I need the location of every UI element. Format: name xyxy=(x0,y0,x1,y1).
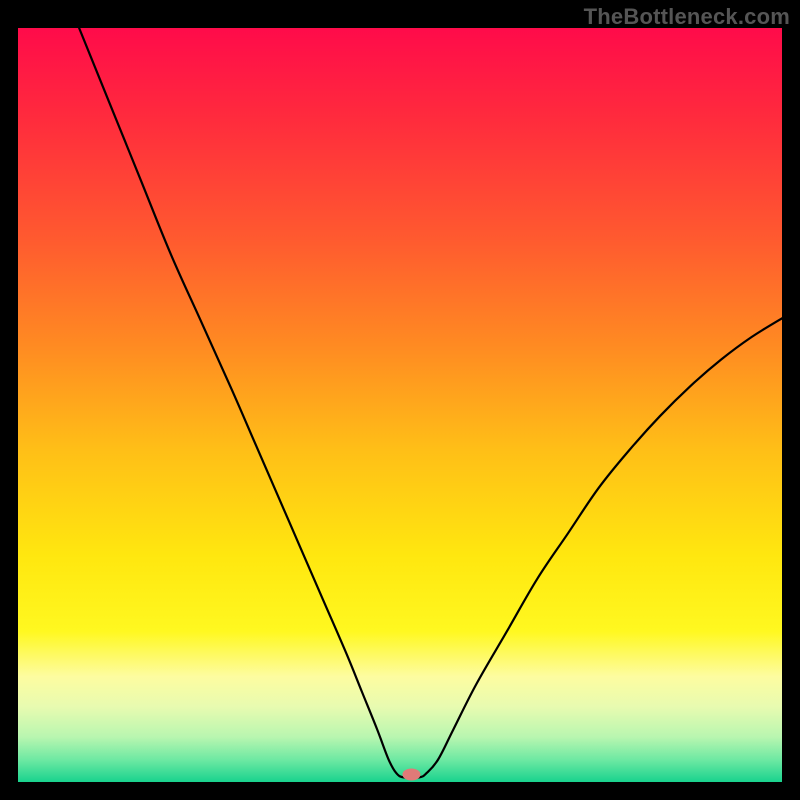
bottleneck-chart xyxy=(0,0,800,800)
chart-frame: TheBottleneck.com xyxy=(0,0,800,800)
watermark-label: TheBottleneck.com xyxy=(584,4,790,30)
optimal-marker xyxy=(402,768,420,780)
plot-area xyxy=(18,28,782,782)
